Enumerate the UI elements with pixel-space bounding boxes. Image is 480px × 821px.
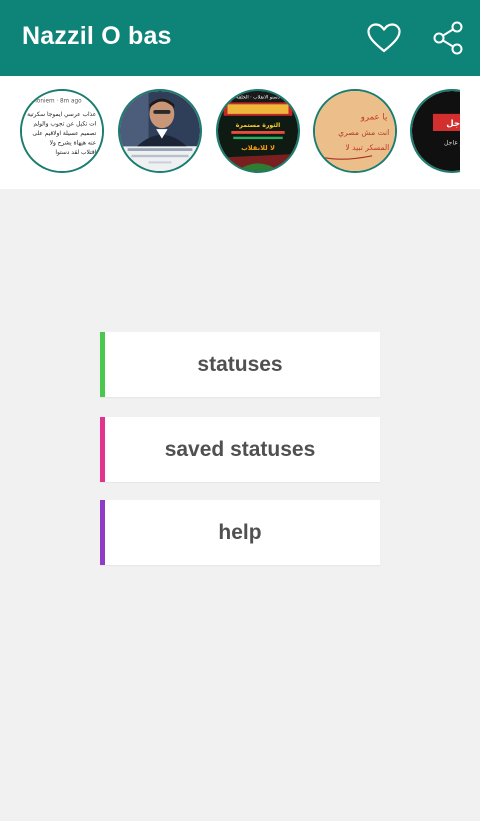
statuses-accent-bar xyxy=(100,332,105,397)
heart-icon xyxy=(367,23,401,53)
status-thumb-4-line: انت مش مصري xyxy=(338,128,389,137)
status-thumb-1-line: تصميم عسيلة اولاقيم على xyxy=(32,131,96,137)
share-button[interactable] xyxy=(428,18,468,58)
app-bar: Nazzil O bas xyxy=(0,0,480,76)
status-thumb-1-line: ات تكبل عن تجوب والولم xyxy=(33,120,96,127)
status-thumb-3-image: دستو الانقلاب · الحلقة الثورة مستمرة لا … xyxy=(218,91,298,171)
share-icon xyxy=(433,21,463,55)
strip-edge xyxy=(460,76,480,189)
status-thumb-4-line: يا عمرو xyxy=(360,113,388,123)
status-thumb-1-line: عنه هيهاة يشرح ولا xyxy=(50,140,97,146)
statuses-label: statuses xyxy=(197,352,283,376)
status-thumb-1-line: عذاب عرسي ايموجا سكرتية xyxy=(27,111,96,118)
status-thumb-2[interactable] xyxy=(118,89,202,173)
status-thumb-3[interactable]: دستو الانقلاب · الحلقة الثورة مستمرة لا … xyxy=(216,89,300,173)
saved-statuses-accent-bar xyxy=(100,417,105,482)
app-title: Nazzil O bas xyxy=(22,22,172,50)
help-label: help xyxy=(218,520,262,544)
help-button[interactable]: help xyxy=(100,500,380,565)
help-accent-bar xyxy=(100,500,105,565)
status-thumb-3-line: الثورة مستمرة xyxy=(236,122,281,129)
status-thumb-3-line: دستو الانقلاب · الحلقة xyxy=(236,95,279,101)
status-thumb-4[interactable]: يا عمرو انت مش مصري المسكر تبيد لا xyxy=(313,89,397,173)
favorite-button[interactable] xyxy=(364,18,404,58)
status-thumb-4-line: المسكر تبيد لا xyxy=(345,143,389,152)
statuses-button[interactable]: statuses xyxy=(100,332,380,397)
status-thumb-1-line: اقتلاب لقد دستوا xyxy=(55,150,96,156)
status-thumb-3-line: لا للانقلاب xyxy=(241,144,275,152)
saved-statuses-button[interactable]: saved statuses xyxy=(100,417,380,482)
status-thumb-4-image: يا عمرو انت مش مصري المسكر تبيد لا xyxy=(315,91,395,171)
status-strip: Shoniem · 8m ago عذاب عرسي ايموجا سكرتية… xyxy=(0,76,480,189)
status-thumb-2-image xyxy=(120,91,200,171)
status-thumb-1-image: Shoniem · 8m ago عذاب عرسي ايموجا سكرتية… xyxy=(22,91,102,171)
status-thumb-1-header: Shoniem · 8m ago xyxy=(30,98,83,104)
status-thumb-1[interactable]: Shoniem · 8m ago عذاب عرسي ايموجا سكرتية… xyxy=(20,89,104,173)
saved-statuses-label: saved statuses xyxy=(164,437,316,461)
